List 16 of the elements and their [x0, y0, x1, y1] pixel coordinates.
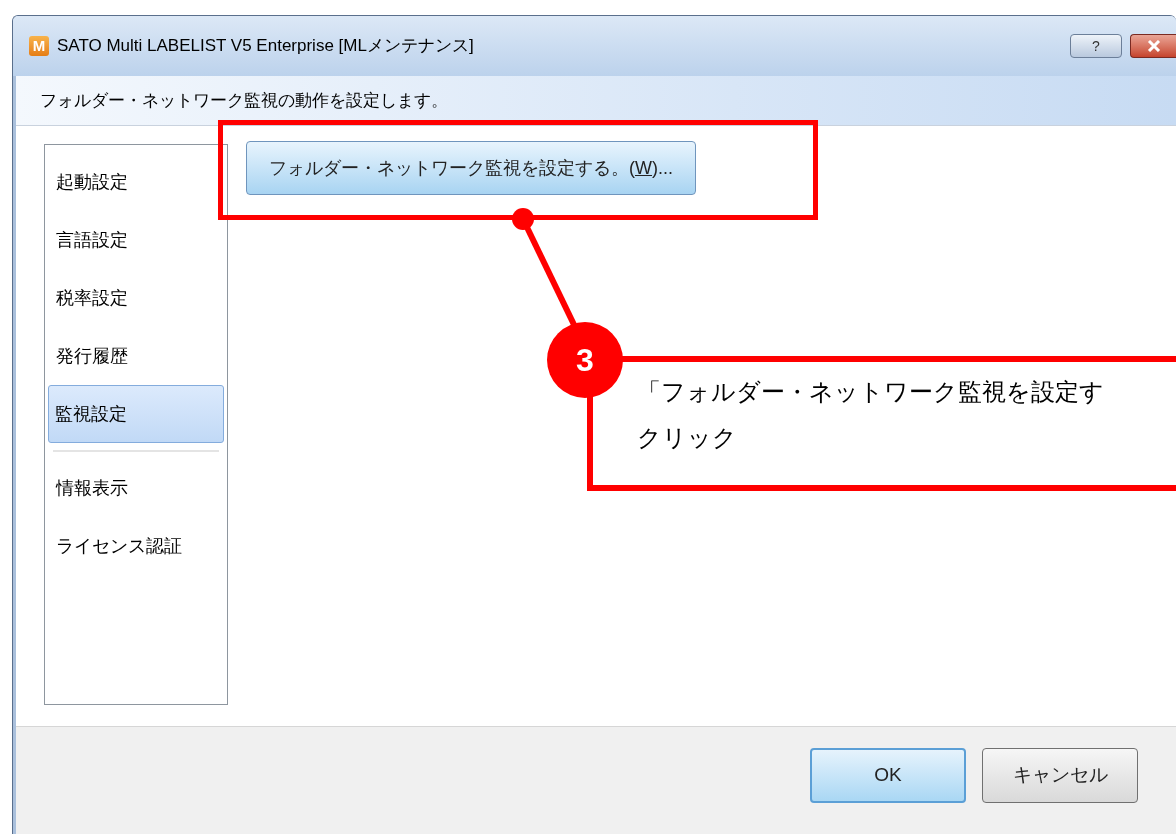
help-button[interactable]: ?: [1070, 34, 1122, 58]
sidebar-item[interactable]: 起動設定: [48, 153, 224, 211]
folder-network-monitor-button[interactable]: フォルダー・ネットワーク監視を設定する。(W)...: [246, 141, 696, 195]
sidebar-item[interactable]: 言語設定: [48, 211, 224, 269]
sidebar-item[interactable]: ライセンス認証: [48, 517, 224, 575]
sidebar-item[interactable]: 税率設定: [48, 269, 224, 327]
app-icon: M: [29, 36, 49, 56]
description-text: フォルダー・ネットワーク監視の動作を設定します。: [40, 89, 448, 112]
ok-button[interactable]: OK: [810, 748, 966, 803]
sidebar-item[interactable]: 監視設定: [48, 385, 224, 443]
cancel-button[interactable]: キャンセル: [982, 748, 1138, 803]
window-title: SATO Multi LABELIST V5 Enterprise [MLメンテナンス]: [57, 35, 474, 58]
sidebar-item[interactable]: 情報表示: [48, 459, 224, 517]
callout-text: クリック: [637, 423, 737, 453]
callout-text: 「フォルダー・ネットワーク監視を設定す: [637, 377, 1104, 407]
sidebar-item[interactable]: 発行履歴: [48, 327, 224, 385]
